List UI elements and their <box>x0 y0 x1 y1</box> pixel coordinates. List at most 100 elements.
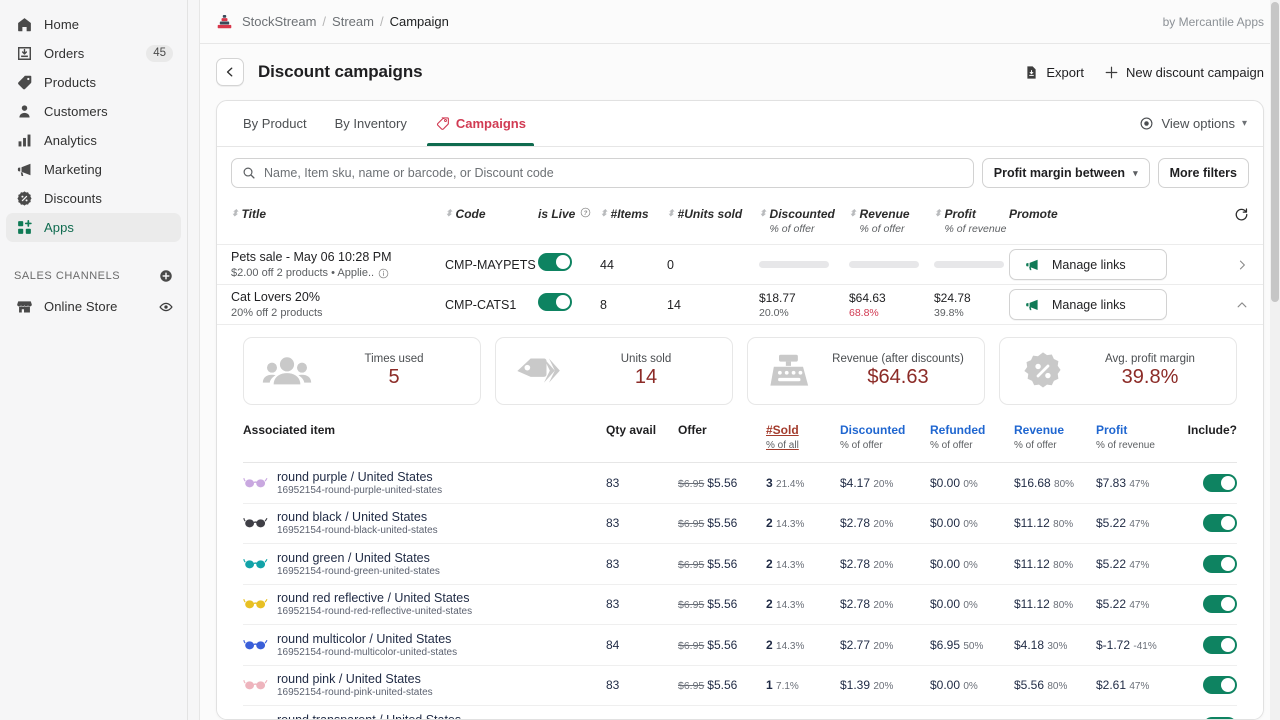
toggle-switch[interactable] <box>1203 636 1237 654</box>
campaign-promote-cell: Manage links <box>1009 249 1223 280</box>
page-scrollbar-thumb[interactable] <box>1271 2 1279 302</box>
toggle-switch[interactable] <box>1203 474 1237 492</box>
column-sublabel: % of offer <box>860 222 910 236</box>
stat-value: 39.8% <box>1080 365 1220 390</box>
item-column-header-revenue[interactable]: Revenue % of offer <box>1014 423 1096 453</box>
new-discount-campaign-button[interactable]: New discount campaign <box>1104 65 1264 80</box>
column-header-title[interactable]: ⬍ Title <box>231 207 445 221</box>
item-revenue-value: $11.12 <box>1014 597 1050 611</box>
help-icon[interactable]: ? <box>580 207 591 218</box>
item-row[interactable]: round transparent / United States1695215… <box>243 706 1237 720</box>
item-column-header-discounted[interactable]: Discounted % of offer <box>840 423 930 453</box>
back-button[interactable] <box>216 58 244 86</box>
percent-badge-icon <box>1016 351 1070 391</box>
item-discounted-value: $2.78 <box>840 516 870 530</box>
export-button[interactable]: Export <box>1024 65 1084 80</box>
item-include-cell[interactable] <box>1191 636 1237 654</box>
search-input[interactable] <box>264 166 963 180</box>
item-price-now: $5.56 <box>707 476 737 490</box>
toggle-switch[interactable] <box>538 293 572 311</box>
item-row[interactable]: round pink / United States16952154-round… <box>243 666 1237 707</box>
item-column-header-sold[interactable]: #Sold % of all <box>766 423 840 453</box>
refresh-button[interactable] <box>1223 207 1249 222</box>
item-price-was: $6.95 <box>678 640 704 652</box>
column-header-units-sold[interactable]: ⬍ #Units sold <box>667 207 759 221</box>
sidebar-item-products[interactable]: Products <box>6 68 181 97</box>
toggle-switch[interactable] <box>1203 514 1237 532</box>
breadcrumb-item-campaign[interactable]: Campaign <box>390 14 449 29</box>
add-channel-icon[interactable] <box>159 269 173 283</box>
campaign-discounted-cell: $18.77 20.0% <box>759 291 849 319</box>
item-discounted: $2.77 20% <box>840 638 930 652</box>
collapse-row-chevron[interactable] <box>1223 298 1249 312</box>
sidebar-item-apps[interactable]: Apps <box>6 213 181 242</box>
item-table-header: Associated item Qty avail Offer #Sold % … <box>243 419 1237 463</box>
item-row[interactable]: round black / United States16952154-roun… <box>243 504 1237 545</box>
view-options-button[interactable]: View options ▾ <box>1139 101 1251 146</box>
toggle-switch[interactable] <box>1203 555 1237 573</box>
item-discounted-value: $2.77 <box>840 638 870 652</box>
column-sublabel: % of offer <box>1014 439 1096 453</box>
sidebar-item-discounts[interactable]: Discounts <box>6 184 181 213</box>
sidebar: Home Orders 45 Products Customers <box>0 0 188 720</box>
profit-margin-filter-button[interactable]: Profit margin between ▾ <box>982 158 1150 188</box>
more-filters-button[interactable]: More filters <box>1158 158 1249 188</box>
products-tag-icon <box>14 73 34 93</box>
item-profit: $5.22 47% <box>1096 597 1191 611</box>
expand-row-chevron[interactable] <box>1223 258 1249 272</box>
item-row[interactable]: round red reflective / United States1695… <box>243 585 1237 626</box>
tab-by-product[interactable]: By Product <box>229 101 321 146</box>
toggle-switch[interactable] <box>1203 676 1237 694</box>
preview-store-eye-icon[interactable] <box>159 300 173 314</box>
item-include-cell[interactable] <box>1191 555 1237 573</box>
item-include-cell[interactable] <box>1191 595 1237 613</box>
toggle-switch[interactable] <box>538 253 572 271</box>
column-label: is Live <box>538 207 575 221</box>
item-refunded-value: $0.00 <box>930 476 960 490</box>
campaign-row[interactable]: Pets sale - May 06 10:28 PM $2.00 off 2 … <box>217 245 1263 285</box>
page-scrollbar-track[interactable] <box>1270 0 1280 720</box>
manage-links-button[interactable]: Manage links <box>1009 249 1167 280</box>
sidebar-item-customers[interactable]: Customers <box>6 97 181 126</box>
sidebar-item-marketing[interactable]: Marketing <box>6 155 181 184</box>
tab-campaigns[interactable]: Campaigns <box>421 101 540 146</box>
column-header-profit[interactable]: ⬍ Profit % of revenue <box>934 207 1009 236</box>
column-header-items[interactable]: ⬍ #Items <box>600 207 667 221</box>
item-refunded-pct: 0% <box>963 560 977 571</box>
column-header-revenue[interactable]: ⬍ Revenue % of offer <box>849 207 934 236</box>
item-name-cell: round green / United States16952154-roun… <box>243 551 606 577</box>
campaign-promote-cell: Manage links <box>1009 289 1223 320</box>
campaign-row[interactable]: Cat Lovers 20% 20% off 2 products CMP-CA… <box>217 285 1263 325</box>
sidebar-item-online-store[interactable]: Online Store <box>6 292 181 321</box>
search-box[interactable] <box>231 158 974 188</box>
item-row[interactable]: round multicolor / United States16952154… <box>243 625 1237 666</box>
stat-card-avg-profit-margin: Avg. profit margin 39.8% <box>999 337 1237 405</box>
item-revenue: $11.12 80% <box>1014 597 1096 611</box>
info-icon[interactable] <box>378 268 389 279</box>
item-row[interactable]: round purple / United States16952154-rou… <box>243 463 1237 504</box>
sidebar-item-analytics[interactable]: Analytics <box>6 126 181 155</box>
sidebar-item-home[interactable]: Home <box>6 10 181 39</box>
sidebar-item-orders[interactable]: Orders 45 <box>6 39 181 68</box>
tab-by-inventory[interactable]: By Inventory <box>321 101 421 146</box>
column-header-code[interactable]: ⬍ Code <box>445 207 538 221</box>
item-include-cell[interactable] <box>1191 474 1237 492</box>
toggle-switch[interactable] <box>1203 595 1237 613</box>
breadcrumb-item-stream[interactable]: Stream <box>332 14 374 29</box>
breadcrumb-item-stockstream[interactable]: StockStream <box>242 14 316 29</box>
item-column-header-profit[interactable]: Profit % of revenue <box>1096 423 1191 453</box>
item-name-text-wrap: round green / United States16952154-roun… <box>277 551 440 577</box>
item-include-cell[interactable] <box>1191 676 1237 694</box>
manage-links-button[interactable]: Manage links <box>1009 289 1167 320</box>
item-price-was: $6.95 <box>678 599 704 611</box>
store-icon <box>14 297 34 317</box>
campaign-is-live-toggle[interactable] <box>538 293 600 316</box>
item-include-cell[interactable] <box>1191 514 1237 532</box>
item-profit-pct: 47% <box>1129 560 1149 571</box>
sidebar-item-label: Home <box>44 17 79 32</box>
column-header-discounted[interactable]: ⬍ Discounted % of offer <box>759 207 849 236</box>
campaign-is-live-toggle[interactable] <box>538 253 600 276</box>
item-column-header-refunded[interactable]: Refunded % of offer <box>930 423 1014 453</box>
item-row[interactable]: round green / United States16952154-roun… <box>243 544 1237 585</box>
app-logo-icon <box>216 13 233 30</box>
